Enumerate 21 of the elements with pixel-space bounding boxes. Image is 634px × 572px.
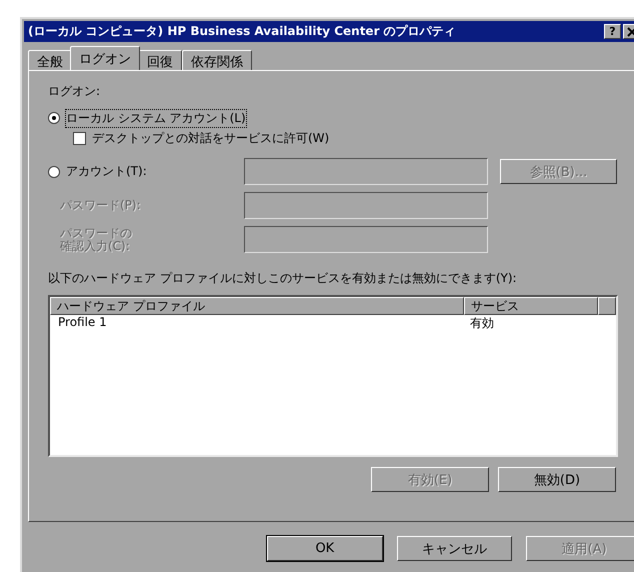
radio-label[interactable]: アカウント(T): [66, 163, 147, 180]
window-title: (ローカル コンピュータ) HP Business Availability Center のプロパティ [28, 23, 457, 40]
profiles-caption: 以下のハードウェア プロファイルに対しこのサービスを有効または無効にできます(Y): [48, 270, 518, 287]
field-label: 確認入力(C): [60, 240, 131, 252]
logon-heading: ログオン: [48, 83, 102, 100]
column-header[interactable]: ハードウェア プロファイル [50, 297, 464, 315]
column-header[interactable]: サービス [464, 297, 598, 315]
field-label: パスワード(P): [60, 199, 141, 212]
ok-button[interactable]: OK [267, 536, 383, 561]
field-label: パスワードの [60, 226, 132, 240]
radio-label[interactable]: ローカル システム アカウント(L) [66, 110, 246, 126]
table-cell-text: 有効 [469, 315, 494, 331]
tab[interactable]: 回復 [138, 50, 182, 70]
tab[interactable]: ログオン [70, 46, 140, 70]
table-cell-text: Profile 1 [57, 315, 108, 331]
tab[interactable]: 依存関係 [182, 50, 252, 70]
tab[interactable]: 全般 [28, 50, 72, 70]
help-button[interactable]: ? [604, 24, 621, 39]
cancel-button[interactable]: キャンセル [396, 536, 512, 561]
checkbox-label[interactable]: デスクトップとの対話をサービスに許可(W) [92, 130, 330, 146]
disable-button[interactable]: 無効(D) [498, 467, 616, 492]
